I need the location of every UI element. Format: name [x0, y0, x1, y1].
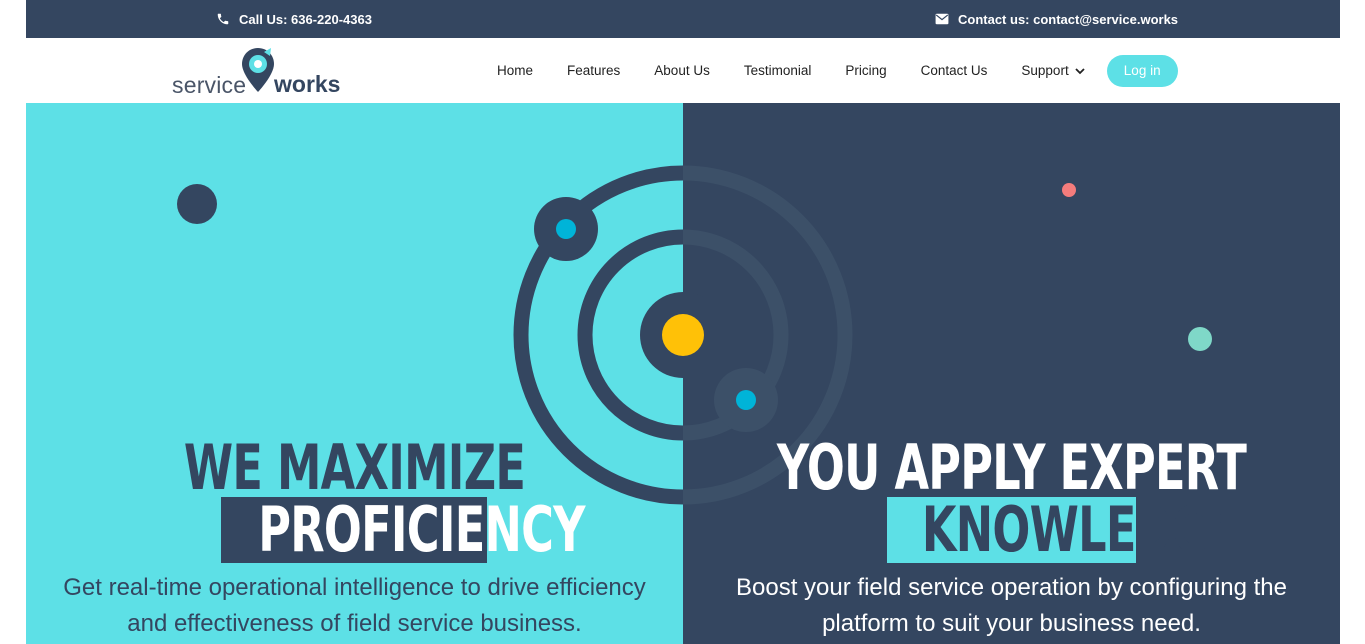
hero-right-heading: YOU APPLY EXPERT [776, 431, 1247, 504]
nav-contact-us[interactable]: Contact Us [921, 63, 988, 78]
hero-right-highlight: KNOWLEDGE [887, 493, 1239, 566]
site-logo[interactable]: service works [172, 46, 352, 99]
envelope-icon [935, 13, 949, 25]
hero-left-highlight-text: PROFICIENCY [258, 493, 585, 566]
call-us-link[interactable]: Call Us: 636-220-4363 [216, 0, 372, 38]
hero-left-subtitle-line1: Get real-time operational intelligence t… [63, 574, 646, 601]
nav-about-us[interactable]: About Us [654, 63, 710, 78]
login-button[interactable]: Log in [1106, 54, 1178, 87]
nav-testimonial[interactable]: Testimonial [744, 63, 812, 78]
page-frame: Call Us: 636-220-4363 Contact us: contac… [26, 0, 1340, 644]
hero-right-subtitle: Boost your field service operation by co… [683, 570, 1340, 642]
logo-word-service: service [172, 72, 247, 98]
site-header: service works Home Features About Us Tes… [26, 38, 1340, 103]
chevron-down-icon [1075, 63, 1085, 78]
nav-pricing[interactable]: Pricing [845, 63, 886, 78]
contact-email-text: Contact us: contact@service.works [958, 11, 1179, 27]
nav-features[interactable]: Features [567, 63, 620, 78]
nav-support[interactable]: Support [1021, 63, 1085, 78]
hero-right-subtitle-line2: platform to suit your business need. [822, 610, 1201, 637]
hero-right-highlight-text: KNOWLEDGE [921, 493, 1239, 566]
nav-support-label: Support [1021, 63, 1069, 78]
hero-left-subtitle-line2: and effectiveness of field service busin… [127, 610, 582, 637]
top-contact-bar: Call Us: 636-220-4363 Contact us: contac… [26, 0, 1340, 38]
hero-right-subtitle-line1: Boost your field service operation by co… [736, 574, 1287, 601]
contact-email-link[interactable]: Contact us: contact@service.works [935, 0, 1178, 38]
nav-home[interactable]: Home [497, 63, 533, 78]
hero-left-highlight: PROFICIENCY [221, 493, 585, 566]
call-us-text: Call Us: 636-220-4363 [239, 11, 372, 27]
phone-icon [216, 12, 230, 26]
logo-word-works: works [274, 71, 341, 97]
main-nav: Home Features About Us Testimonial Prici… [497, 38, 1178, 103]
map-pin-icon [240, 46, 276, 99]
hero-left-subtitle: Get real-time operational intelligence t… [26, 570, 683, 642]
